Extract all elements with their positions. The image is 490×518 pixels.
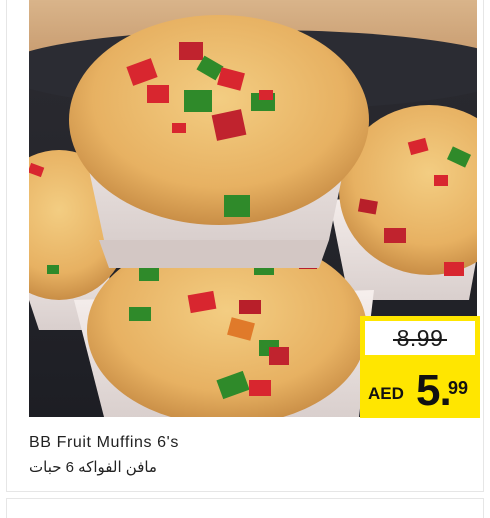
price-badge: 8.99 AED 5. 99 — [360, 316, 480, 418]
old-price-box: 8.99 — [365, 321, 475, 355]
product-title-english[interactable]: BB Fruit Muffins 6's — [29, 434, 179, 452]
product-card[interactable]: 8.99 AED 5. 99 BB Fruit Muffins 6's مافن… — [6, 0, 484, 492]
new-price-integer: 5. — [416, 366, 452, 415]
next-product-card[interactable] — [6, 498, 484, 518]
currency-label: AED — [368, 384, 404, 403]
old-price: 8.99 — [392, 324, 448, 351]
new-price-decimal: 99 — [448, 378, 469, 398]
muffin-top — [69, 15, 369, 268]
product-title-arabic[interactable]: مافن الفواكه 6 حبات — [29, 458, 157, 476]
